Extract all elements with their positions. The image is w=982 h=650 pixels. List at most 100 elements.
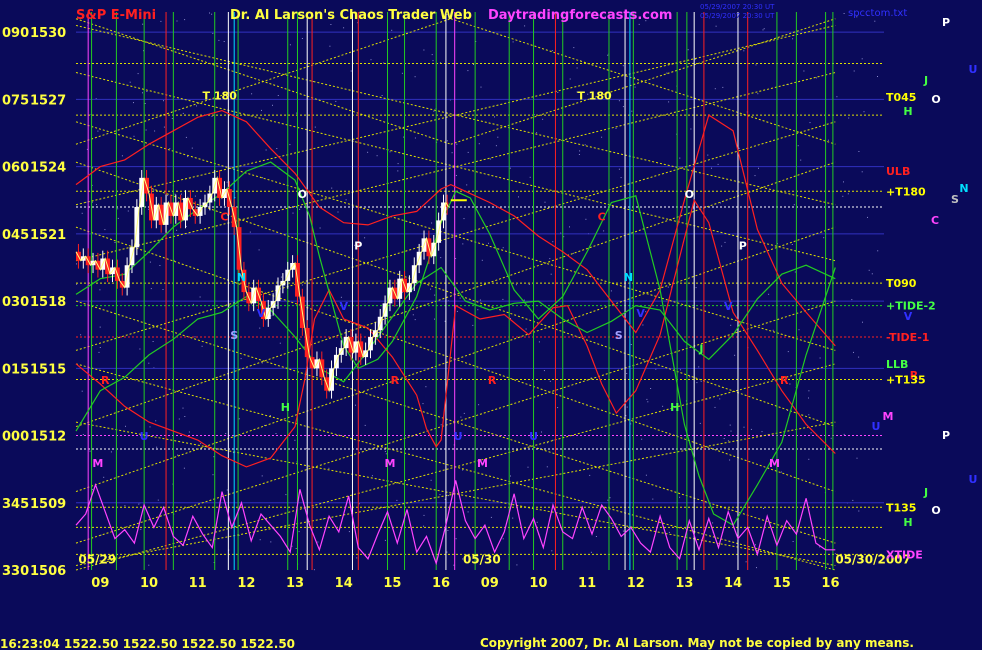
star-dot [176, 20, 178, 22]
star-dot [868, 269, 870, 271]
star-dot [277, 95, 279, 96]
star-dot [182, 407, 184, 409]
star-dot [800, 159, 802, 161]
star-dot [792, 541, 794, 542]
star-dot [160, 20, 162, 22]
star-dot [808, 414, 810, 416]
star-dot [615, 127, 617, 129]
planet-letter-R: R [488, 374, 497, 387]
star-dot [763, 28, 765, 30]
star-dot [425, 386, 427, 388]
star-dot [467, 70, 469, 72]
y-tick-degree: 045 [2, 228, 29, 243]
star-dot [590, 377, 592, 379]
star-dot [364, 237, 366, 239]
star-dot [133, 102, 134, 104]
star-dot [762, 29, 764, 31]
star-dot [696, 382, 698, 384]
star-dot [329, 45, 331, 47]
star-dot [125, 425, 126, 427]
y-tick-degree: 075 [2, 93, 29, 108]
star-dot [809, 122, 811, 124]
star-dot [755, 64, 757, 66]
star-dot [183, 467, 185, 469]
star-dot [154, 130, 156, 132]
star-dot [495, 145, 497, 147]
star-dot [810, 432, 812, 434]
star-dot [679, 496, 681, 498]
level-label: T135 [886, 501, 916, 514]
star-dot [462, 469, 464, 471]
star-dot [414, 76, 416, 78]
star-dot [756, 567, 757, 569]
x-tick-label: 12 [237, 576, 255, 591]
star-dot [82, 434, 84, 435]
y-tick-degree: 060 [2, 161, 29, 176]
star-dot [367, 151, 369, 153]
star-dot [430, 479, 432, 481]
star-dot [569, 226, 570, 228]
star-dot [494, 116, 495, 118]
star-dot [376, 155, 378, 157]
star-dot [331, 187, 333, 189]
star-dot [830, 437, 832, 439]
star-dot [448, 495, 449, 497]
star-dot [459, 297, 461, 299]
planet-letter-P: P [354, 240, 362, 253]
star-dot [815, 77, 817, 79]
planet-letter-H: H [903, 105, 912, 118]
star-dot [525, 328, 527, 330]
star-dot [211, 115, 213, 117]
star-dot [510, 475, 511, 477]
x-tick-label: 13 [675, 576, 693, 591]
planet-letter-U: U [140, 430, 149, 443]
date-label: 05/30 [463, 553, 501, 567]
title-site: Daytradingforecasts.com [488, 8, 672, 23]
star-dot [729, 424, 731, 426]
star-dot [176, 229, 178, 231]
star-dot [184, 416, 186, 417]
star-dot [439, 494, 441, 496]
planet-letter-H: H [281, 401, 290, 414]
star-dot [423, 525, 424, 527]
level-label: +T135 [886, 374, 926, 387]
star-dot [738, 147, 740, 149]
star-dot [145, 129, 147, 131]
star-dot [573, 252, 575, 254]
planet-letter-U: U [529, 430, 538, 443]
star-dot [159, 265, 161, 266]
star-dot [512, 517, 514, 519]
x-tick-label: 11 [578, 576, 596, 591]
star-dot [192, 303, 194, 305]
star-dot [622, 106, 624, 108]
star-dot [793, 204, 795, 206]
time-label: T 180 [577, 89, 612, 102]
planet-letter-O: O [931, 93, 940, 106]
star-dot [687, 49, 689, 51]
star-dot [298, 531, 300, 533]
star-dot [187, 156, 189, 158]
star-dot [103, 476, 105, 478]
star-dot [630, 344, 632, 345]
star-dot [515, 284, 517, 286]
star-dot [502, 247, 504, 249]
star-dot [335, 100, 337, 102]
star-dot [396, 499, 398, 501]
y-tick-degree: 000 [2, 430, 29, 445]
planet-letter-H: H [670, 401, 679, 414]
title-center: Dr. Al Larson's Chaos Trader Web [230, 8, 472, 23]
x-tick-label: 09 [91, 576, 109, 591]
planet-letter-R: R [391, 374, 400, 387]
star-dot [212, 474, 214, 476]
star-dot [787, 351, 789, 353]
x-tick-label: 15 [383, 576, 401, 591]
star-dot [463, 412, 465, 414]
quote-line: 16:23:04 1522.50 1522.50 1522.50 1522.50 [0, 637, 295, 650]
star-dot [798, 329, 800, 331]
star-dot [431, 54, 433, 56]
star-dot [544, 201, 546, 203]
star-dot [646, 398, 648, 400]
star-dot [261, 475, 263, 477]
star-dot [585, 218, 587, 220]
star-dot [477, 309, 479, 311]
